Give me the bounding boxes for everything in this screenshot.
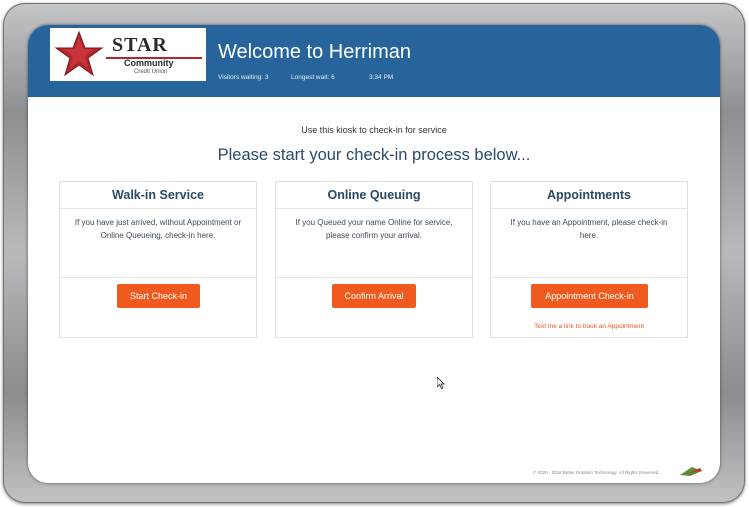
longest-wait: Longest wait: 6 [291,74,335,81]
card-title: Appointments [546,188,632,202]
card-divider [276,208,472,209]
card-title: Online Queuing [327,188,421,202]
page-title: Welcome to Herriman [218,41,412,63]
card-divider [491,277,687,278]
card-divider [276,277,472,278]
logo-community: Community [124,58,174,68]
visitors-waiting: Visitors waiting: 3 [218,74,269,81]
card-divider [60,208,256,209]
walk-in-card: Walk-in Service If you have just arrived… [59,181,257,338]
footer-copyright: © 2020 - 2018 Better Rotation Technology… [533,470,660,475]
intro-text: Use this kiosk to check-in for service [301,125,447,135]
card-divider [60,277,256,278]
mouse-pointer-icon [437,377,445,389]
card-description: If you have just arrived, without Appoin… [74,218,242,240]
logo-credit-union: Credit Union [134,69,168,75]
confirm-arrival-button[interactable]: Confirm Arrival [332,284,416,308]
current-time: 3:34 PM [369,74,394,81]
star-icon [54,30,104,77]
online-queuing-card: Online Queuing If you Queued your name O… [275,181,473,338]
appointments-card: Appointments If you have an Appointment,… [490,181,688,338]
appointment-check-in-button[interactable]: Appointment Check-in [531,284,648,308]
book-appointment-link[interactable]: Text me a link to book an Appointment [491,323,687,330]
card-divider [491,208,687,209]
kiosk-screen: STAR Community Credit Union Welcome to H… [28,25,720,483]
card-description: If you Queued your name Online for servi… [295,218,453,240]
headline: Please start your check-in process below… [217,146,531,164]
header-bar: STAR Community Credit Union Welcome to H… [28,25,720,97]
card-description: If you have an Appointment, please check… [510,218,668,240]
logo-name: STAR [112,34,168,56]
card-title: Walk-in Service [112,188,204,202]
vendor-logo-icon [680,467,702,476]
start-check-in-button[interactable]: Start Check-in [117,284,200,308]
credit-union-logo: STAR Community Credit Union [50,28,206,81]
